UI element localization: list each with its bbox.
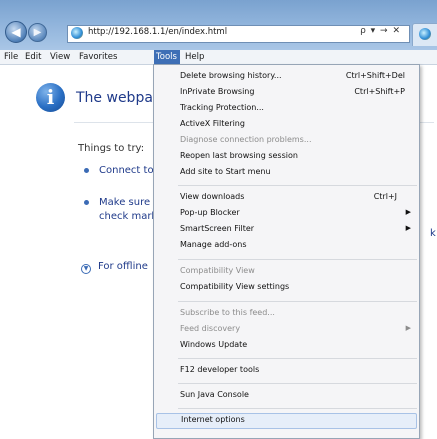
- menu-separator: [178, 358, 417, 359]
- submenu-arrow-icon: ▶: [405, 208, 411, 216]
- menu-item-label: Tracking Protection...: [180, 103, 264, 112]
- submenu-arrow-icon: ▶: [405, 224, 411, 232]
- menu-file[interactable]: File: [4, 50, 18, 64]
- menu-separator: [178, 383, 417, 384]
- menu-help[interactable]: Help: [185, 50, 205, 64]
- address-bar[interactable]: http://192.168.1.1/en/index.html ρ ▾ → ✕: [67, 25, 410, 43]
- menu-item-shortcut: Ctrl+J: [373, 192, 397, 201]
- things-to-try-label: Things to try:: [78, 143, 145, 154]
- menu-bar: File Edit View Favorites Tools Help: [0, 50, 437, 65]
- page-title: The webpag: [76, 90, 162, 106]
- suggestion-check-mark: check mark: [99, 211, 158, 222]
- menu-item-shortcut: Ctrl+Shift+P: [354, 87, 405, 96]
- address-actions[interactable]: ρ ▾ → ✕: [360, 26, 401, 36]
- menu-item-label: Compatibility View: [180, 266, 255, 275]
- menu-item-shortcut: Ctrl+Shift+Del: [345, 71, 405, 80]
- menu-item-label: InPrivate Browsing: [180, 87, 255, 96]
- menu-item-label: F12 developer tools: [180, 365, 260, 374]
- menu-item-label: Diagnose connection problems...: [180, 135, 312, 144]
- menu-item-label: Compatibility View settings: [180, 282, 290, 291]
- menu-item-label: Internet options: [181, 415, 245, 424]
- offline-link[interactable]: For offline: [98, 261, 148, 272]
- bullet-icon: [84, 200, 89, 205]
- expand-chevron-icon[interactable]: ▼: [81, 264, 91, 274]
- menu-separator: [178, 301, 417, 302]
- menu-item-compat-view: Compatibility View: [154, 265, 419, 279]
- menu-item-label: Delete browsing history...: [180, 71, 282, 80]
- menu-tools[interactable]: Tools: [154, 50, 180, 64]
- menu-item-add-to-start[interactable]: Add site to Start menu: [154, 166, 419, 180]
- menu-item-label: Reopen last browsing session: [180, 151, 298, 160]
- submenu-arrow-icon: ▶: [405, 324, 411, 332]
- menu-item-label: Add site to Start menu: [180, 167, 271, 176]
- menu-item-subscribe-feed: Subscribe to this feed...: [154, 307, 419, 321]
- browser-tab[interactable]: [412, 23, 437, 46]
- menu-item-inprivate[interactable]: InPrivate Browsing Ctrl+Shift+P: [154, 86, 419, 100]
- menu-item-activex-filtering[interactable]: ActiveX Filtering: [154, 118, 419, 132]
- menu-item-manage-addons[interactable]: Manage add-ons: [154, 239, 419, 253]
- suggestion-make-sure: Make sure: [99, 197, 151, 208]
- menu-separator: [178, 259, 417, 260]
- ie-globe-icon: [419, 28, 431, 40]
- menu-item-view-downloads[interactable]: View downloads Ctrl+J: [154, 191, 419, 205]
- menu-item-f12-tools[interactable]: F12 developer tools: [154, 364, 419, 378]
- menu-item-label: Manage add-ons: [180, 240, 247, 249]
- menu-item-label: Sun Java Console: [180, 390, 249, 399]
- menu-item-windows-update[interactable]: Windows Update: [154, 339, 419, 353]
- suggestion-tail: k: [430, 228, 436, 239]
- bullet-icon: [84, 168, 89, 173]
- menu-item-java-console[interactable]: Sun Java Console: [154, 389, 419, 403]
- menu-item-diagnose: Diagnose connection problems...: [154, 134, 419, 148]
- back-arrow-icon[interactable]: ◀: [5, 21, 27, 43]
- browser-chrome: ◀ ▶ http://192.168.1.1/en/index.html ρ ▾…: [0, 0, 437, 50]
- menu-item-label: View downloads: [180, 192, 245, 201]
- address-url[interactable]: http://192.168.1.1/en/index.html: [88, 27, 227, 37]
- menu-separator: [178, 408, 417, 409]
- menu-edit[interactable]: Edit: [25, 50, 41, 64]
- menu-item-tracking-protection[interactable]: Tracking Protection...: [154, 102, 419, 116]
- menu-item-smartscreen[interactable]: SmartScreen Filter ▶: [154, 223, 419, 237]
- menu-item-label: Feed discovery: [180, 324, 241, 333]
- forward-arrow-icon[interactable]: ▶: [28, 23, 47, 42]
- menu-item-compat-settings[interactable]: Compatibility View settings: [154, 281, 419, 295]
- menu-view[interactable]: View: [50, 50, 70, 64]
- menu-item-label: Windows Update: [180, 340, 248, 349]
- menu-item-label: SmartScreen Filter: [180, 224, 255, 233]
- ie-globe-icon: [71, 27, 83, 39]
- menu-item-delete-history[interactable]: Delete browsing history... Ctrl+Shift+De…: [154, 70, 419, 84]
- menu-item-internet-options[interactable]: Internet options: [156, 413, 417, 429]
- menu-item-label: Subscribe to this feed...: [180, 308, 275, 317]
- menu-item-label: Pop-up Blocker: [180, 208, 240, 217]
- menu-separator: [178, 185, 417, 186]
- info-icon: i: [36, 83, 65, 112]
- menu-item-reopen-session[interactable]: Reopen last browsing session: [154, 150, 419, 164]
- menu-item-popup-blocker[interactable]: Pop-up Blocker ▶: [154, 207, 419, 221]
- tools-menu: Delete browsing history... Ctrl+Shift+De…: [153, 64, 420, 439]
- menu-item-label: ActiveX Filtering: [180, 119, 245, 128]
- suggestion-connect: Connect to: [99, 165, 154, 176]
- menu-favorites[interactable]: Favorites: [79, 50, 119, 64]
- menu-item-feed-discovery: Feed discovery ▶: [154, 323, 419, 337]
